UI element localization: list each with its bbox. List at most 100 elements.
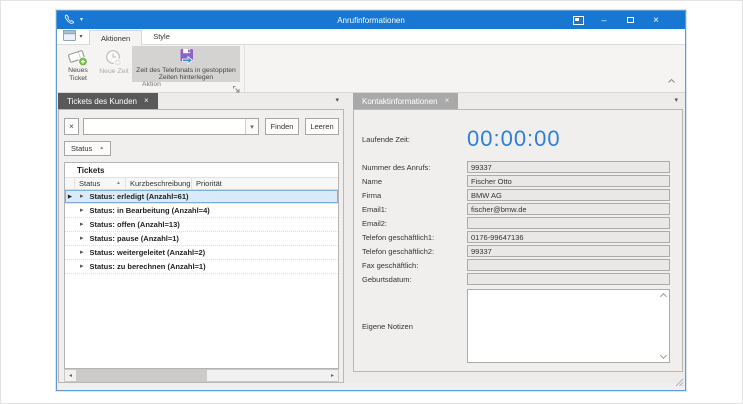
field-row-telefon2: Telefon geschäftlich2:	[362, 244, 670, 258]
nummer-des-anrufs-field[interactable]	[467, 161, 670, 173]
tab-aktionen[interactable]: Aktionen	[89, 30, 142, 45]
expand-icon[interactable]: ▸	[80, 235, 84, 242]
expand-icon[interactable]: ▸	[80, 207, 84, 214]
tickets-tabstrip-dropdown-icon[interactable]: ▾	[335, 97, 339, 104]
tab-kontakt-close-icon[interactable]: ×	[445, 97, 450, 105]
group-row-in-bearbeitung[interactable]: ▸ Status: in Bearbeitung (Anzahl=4)	[65, 204, 338, 218]
group-row-zu-berechnen[interactable]: ▸ Status: zu berechnen (Anzahl=1)	[65, 260, 338, 274]
new-time-icon	[104, 48, 124, 68]
email2-field[interactable]	[467, 217, 670, 229]
horizontal-scrollbar[interactable]: ◂ ▸	[64, 369, 339, 382]
field-row-firma: Firma	[362, 188, 670, 202]
column-status-sort-icon: ▲	[116, 181, 121, 186]
scroll-left-icon[interactable]: ◂	[65, 370, 76, 381]
field-label: Telefon geschäftlich2:	[362, 247, 467, 256]
telefon-geschaeftlich1-field[interactable]	[467, 231, 670, 243]
kontakt-panel-body: Laufende Zeit: 00:00:00 Nummer des Anruf…	[353, 109, 683, 372]
tab-tickets-des-kunden[interactable]: Tickets des Kunden ×	[58, 93, 158, 109]
field-row-email1: Email1:	[362, 202, 670, 216]
scrollbar-thumb[interactable]	[76, 370, 207, 381]
panel-splitter[interactable]	[344, 93, 353, 383]
anrufinformationen-window: ▾ Anrufinformationen – × ▾ Aktionen Styl…	[56, 10, 686, 391]
firma-field[interactable]	[467, 189, 670, 201]
ribbon-group-label: Aktion	[59, 81, 244, 91]
grid-caption: Tickets	[65, 163, 338, 177]
kontakt-tabstrip-dropdown-icon[interactable]: ▾	[674, 97, 678, 104]
expand-icon[interactable]: ▸	[80, 249, 84, 256]
collapse-ribbon-icon[interactable]	[667, 72, 676, 87]
application-menu-button[interactable]: ▾	[57, 29, 89, 44]
tab-kontaktinformationen[interactable]: Kontaktinformationen ×	[353, 93, 458, 109]
name-field[interactable]	[467, 175, 670, 187]
eigene-notizen-label: Eigene Notizen	[362, 322, 467, 331]
group-row-pause[interactable]: ▸ Status: pause (Anzahl=1)	[65, 232, 338, 246]
status-sort-asc-icon: ▲	[99, 146, 104, 151]
tab-tickets-label: Tickets des Kunden	[67, 97, 137, 106]
leeren-button[interactable]: Leeren	[305, 118, 339, 135]
column-header-status[interactable]: Status ▲	[75, 178, 125, 189]
email1-field[interactable]	[467, 203, 670, 215]
search-clear-x-icon[interactable]: ×	[64, 118, 79, 135]
scroll-right-icon[interactable]: ▸	[327, 370, 338, 381]
ribbon: Neues Ticket Neue Zeit	[57, 45, 685, 93]
fax-geschaeftlich-field[interactable]	[467, 259, 670, 271]
group-by-status-label: Status	[71, 144, 92, 153]
field-label: Telefon geschäftlich1:	[362, 233, 467, 242]
tickets-tabstrip: Tickets des Kunden × ▾	[58, 93, 344, 109]
window-controls: – ×	[565, 11, 685, 29]
finden-button[interactable]: Finden	[265, 118, 299, 135]
group-row-label: Status: weitergeleitet (Anzahl=2)	[90, 248, 206, 257]
neues-ticket-label: Neues Ticket	[60, 67, 96, 82]
qat-dropdown-icon[interactable]: ▾	[80, 17, 83, 23]
eigene-notizen-textarea[interactable]	[467, 289, 670, 363]
notes-scroll-down-icon[interactable]	[660, 352, 667, 359]
close-button[interactable]: ×	[643, 11, 669, 29]
group-row-erledigt[interactable]: ▶ ▸ Status: erledigt (Anzahl=61)	[65, 190, 338, 204]
tab-style[interactable]: Style	[142, 29, 181, 44]
scrollbar-track[interactable]	[76, 370, 327, 381]
ribbon-group-aktion: Neues Ticket Neue Zeit	[59, 45, 245, 92]
grid-rows: ▶ ▸ Status: erledigt (Anzahl=61) ▸ Statu…	[65, 190, 338, 368]
notes-scroll-up-icon[interactable]	[660, 293, 667, 300]
resize-grip-icon[interactable]	[675, 378, 684, 389]
dialog-launcher-icon[interactable]	[232, 82, 241, 91]
group-row-label: Status: zu berechnen (Anzahl=1)	[90, 262, 206, 271]
maximize-icon	[627, 17, 634, 23]
grid-header-row: Status ▲ Kurzbeschreibung (... Priorität	[65, 177, 338, 190]
notes-row: Eigene Notizen	[362, 289, 670, 363]
expand-icon[interactable]: ▸	[80, 221, 84, 228]
neues-ticket-button[interactable]: Neues Ticket	[60, 46, 96, 82]
save-time-icon	[178, 48, 195, 67]
geburtsdatum-field[interactable]	[467, 273, 670, 285]
search-dropdown-icon[interactable]: ▾	[245, 119, 258, 134]
window-style-icon[interactable]	[565, 11, 591, 29]
ribbon-tab-row: ▾ Aktionen Style	[57, 29, 685, 45]
tab-kontakt-label: Kontaktinformationen	[362, 97, 438, 106]
column-header-kurzbeschreibung[interactable]: Kurzbeschreibung (...	[125, 178, 191, 189]
group-row-offen[interactable]: ▸ Status: offen (Anzahl=13)	[65, 218, 338, 232]
ticket-search-input[interactable]	[84, 119, 245, 134]
group-by-panel: Status ▲	[64, 135, 339, 162]
neue-zeit-button[interactable]: Neue Zeit	[96, 46, 132, 82]
group-by-status-chip[interactable]: Status ▲	[64, 141, 111, 156]
titlebar: ▾ Anrufinformationen – ×	[57, 11, 685, 29]
group-row-weitergeleitet[interactable]: ▸ Status: weitergeleitet (Anzahl=2)	[65, 246, 338, 260]
column-header-prioritaet[interactable]: Priorität	[191, 178, 338, 189]
tab-tickets-close-icon[interactable]: ×	[144, 97, 149, 105]
app-menu-icon	[63, 29, 76, 44]
telefon-geschaeftlich2-field[interactable]	[467, 245, 670, 257]
ticket-search-row: × ▾ Finden Leeren	[64, 118, 339, 135]
field-row-name: Name	[362, 174, 670, 188]
field-row-email2: Email2:	[362, 216, 670, 230]
zeit-hinterlegen-button[interactable]: Zeit des Telefonats in gestoppten Zeiten…	[132, 46, 240, 82]
minimize-button[interactable]: –	[591, 11, 617, 29]
grid-indicator-column	[65, 178, 75, 189]
maximize-button[interactable]	[617, 11, 643, 29]
quick-access-toolbar: ▾	[57, 14, 83, 27]
field-label: Firma	[362, 191, 467, 200]
expand-icon[interactable]: ▸	[80, 263, 84, 270]
tickets-grid: Tickets Status ▲ Kurzbeschreibung (... P…	[64, 162, 339, 369]
app-menu-caret-icon: ▾	[79, 34, 82, 40]
phone-icon[interactable]	[64, 14, 75, 27]
expand-icon[interactable]: ▸	[80, 193, 84, 200]
